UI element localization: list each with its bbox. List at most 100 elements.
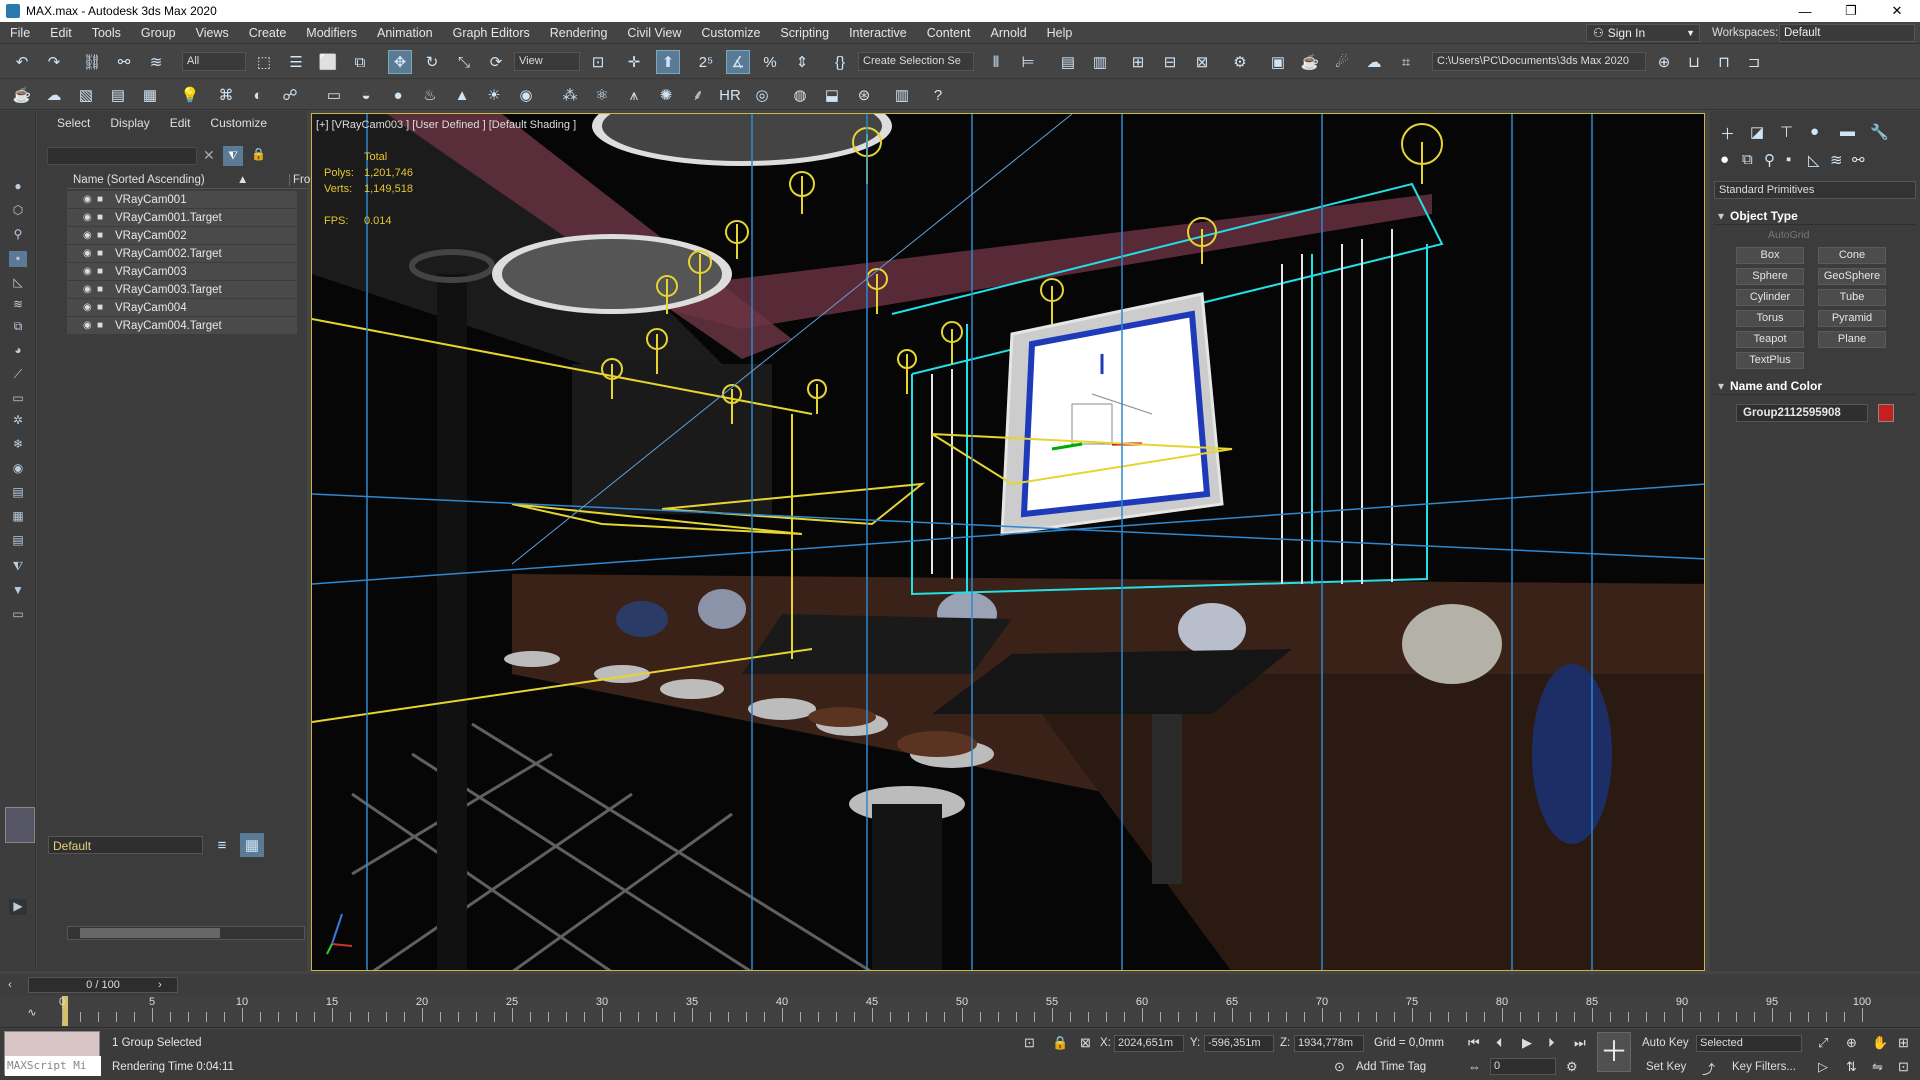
display-hidden-icon[interactable]: ◉: [9, 461, 27, 477]
undo-icon[interactable]: ↶: [10, 50, 34, 74]
plane-fur-icon[interactable]: ⩚: [622, 83, 646, 107]
pan-icon[interactable]: ✋: [1872, 1035, 1888, 1051]
select-manipulate-icon[interactable]: ✛: [622, 50, 646, 74]
selection-filter[interactable]: All: [182, 52, 246, 71]
list-item[interactable]: ◉ ■ VRayCam002: [67, 227, 297, 245]
select-object-icon[interactable]: ⬚: [252, 50, 276, 74]
absolute-mode-icon[interactable]: ⊠: [1080, 1035, 1091, 1051]
light-lister-icon[interactable]: 💡: [178, 83, 202, 107]
key-mode-icon[interactable]: ⇔: [1468, 1059, 1481, 1074]
select-move-icon[interactable]: ✥: [388, 50, 412, 74]
key-selection-select[interactable]: Selected: [1696, 1035, 1802, 1052]
visibility-eye-icon[interactable]: ◉: [83, 194, 97, 205]
primitive-geosphere-button[interactable]: GeoSphere: [1818, 268, 1886, 285]
open-folder-icon[interactable]: ⊕: [1652, 50, 1676, 74]
list-item[interactable]: ◉ ■ VRayCam002.Target: [67, 245, 297, 263]
curve-editor-mini-icon[interactable]: ∿: [20, 1000, 44, 1024]
workspace-select[interactable]: Default: [1779, 24, 1915, 42]
scene-tab-edit[interactable]: Edit: [170, 116, 191, 130]
z-coordinate[interactable]: 1934,778m: [1294, 1035, 1364, 1052]
menu-scripting[interactable]: Scripting: [770, 22, 839, 44]
current-layer-select[interactable]: Default: [48, 836, 203, 854]
file-icon[interactable]: ▥: [890, 83, 914, 107]
align-icon[interactable]: ⊨: [1016, 50, 1040, 74]
toolbar-set-3-icon[interactable]: ⊐: [1742, 50, 1766, 74]
list-item[interactable]: ◉ ■ VRayCam001.Target: [67, 209, 297, 227]
autogrid-checkbox[interactable]: AutoGrid: [1768, 229, 1809, 241]
zoom-extents-icon[interactable]: ⤢: [1818, 1035, 1828, 1051]
material-sphere-icon[interactable]: ◍: [788, 83, 812, 107]
scene-horizontal-scrollbar[interactable]: [67, 926, 305, 940]
selection-lock-icon[interactable]: 🔒: [1052, 1035, 1068, 1051]
select-scale-icon[interactable]: ⤡: [452, 50, 476, 74]
redo-icon[interactable]: ↷: [42, 50, 66, 74]
menu-group[interactable]: Group: [131, 22, 186, 44]
menu-content[interactable]: Content: [917, 22, 981, 44]
sphere-light-icon[interactable]: ◉: [514, 83, 538, 107]
go-to-end-icon[interactable]: ⏭: [1574, 1035, 1586, 1051]
proxy-icon[interactable]: ⁂: [558, 83, 582, 107]
name-color-rollout[interactable]: Name and Color: [1714, 377, 1916, 395]
plane-primitive-icon[interactable]: ▭: [322, 83, 346, 107]
create-tab-icon[interactable]: ＋: [1720, 123, 1735, 144]
display-children-icon[interactable]: ▤: [9, 485, 27, 501]
menu-views[interactable]: Views: [186, 22, 239, 44]
layer-color-swatch[interactable]: [5, 807, 35, 843]
toolbar-set-icon[interactable]: ⊔: [1682, 50, 1706, 74]
add-time-tag[interactable]: Add Time Tag: [1356, 1061, 1426, 1073]
help-icon[interactable]: ?: [926, 83, 950, 107]
sun-icon[interactable]: ☀: [482, 83, 506, 107]
menu-create[interactable]: Create: [239, 22, 297, 44]
visibility-eye-icon[interactable]: ◉: [83, 212, 97, 223]
gear-icon[interactable]: ✺: [654, 83, 678, 107]
document-icon[interactable]: ▤: [106, 83, 130, 107]
hdri-icon[interactable]: HR: [718, 83, 742, 107]
primitive-sphere-button[interactable]: Sphere: [1736, 268, 1804, 285]
shell-icon[interactable]: ◎: [750, 83, 774, 107]
min-max-toggle-icon[interactable]: ⊡: [1898, 1059, 1909, 1075]
shapes-icon[interactable]: ⧉: [1742, 151, 1753, 168]
close-button[interactable]: ✕: [1874, 0, 1920, 22]
display-lights-icon[interactable]: ⚲: [9, 227, 27, 243]
visibility-eye-icon[interactable]: ◉: [83, 266, 97, 277]
display-none-icon[interactable]: ●: [9, 179, 27, 195]
teapot-primitive-icon[interactable]: ♨: [418, 83, 442, 107]
display-particles-icon[interactable]: ✲: [9, 413, 27, 429]
lock-icon[interactable]: 🔒: [251, 147, 266, 161]
viewport-label[interactable]: [+] [VRayCam003 ] [User Defined ] [Defau…: [316, 119, 576, 131]
track-bar[interactable]: ∿ 0 5 10 15 20 25 30 35 40 45 50 55 60 65 70 75 80 85 90 95…: [0, 996, 1920, 1028]
sign-in-button[interactable]: ⚇ Sign In ▼: [1586, 24, 1700, 42]
auto-key-button[interactable]: Auto Key: [1642, 1037, 1689, 1049]
keyboard-shortcut-override-icon[interactable]: ⬆: [656, 50, 680, 74]
walk-icon[interactable]: ⇋: [1872, 1059, 1883, 1075]
column-frozen-header[interactable]: Fro: [289, 174, 310, 186]
maximize-button[interactable]: ❐: [1828, 0, 1874, 22]
teapot-icon[interactable]: ☕: [10, 83, 34, 107]
display-dependents-icon[interactable]: ▤: [9, 533, 27, 549]
time-config-icon[interactable]: ⚙: [1566, 1059, 1578, 1075]
time-next-icon[interactable]: ›: [148, 973, 172, 997]
scene-tab-select[interactable]: Select: [57, 116, 90, 130]
named-selection-set[interactable]: Create Selection Se: [858, 52, 974, 71]
expand-panel-icon[interactable]: ▶: [9, 899, 27, 915]
current-frame-field[interactable]: 0: [1490, 1058, 1556, 1075]
primitive-pyramid-button[interactable]: Pyramid: [1818, 310, 1886, 327]
material-editor-icon[interactable]: ⊠: [1190, 50, 1214, 74]
scrollbar-thumb[interactable]: [80, 928, 220, 938]
link-icon[interactable]: ⛓: [80, 50, 104, 74]
globe-icon[interactable]: ⊛: [852, 83, 876, 107]
select-place-icon[interactable]: ⟳: [484, 50, 508, 74]
motion-tab-icon[interactable]: ●: [1810, 123, 1819, 140]
set-key-button[interactable]: Set Key: [1646, 1061, 1686, 1073]
visibility-eye-icon[interactable]: ◉: [83, 230, 97, 241]
molecule-icon[interactable]: ⚛: [590, 83, 614, 107]
pivot-center-icon[interactable]: ⊡: [586, 50, 610, 74]
menu-animation[interactable]: Animation: [367, 22, 443, 44]
fov-icon[interactable]: ▷: [1818, 1059, 1828, 1075]
scene-search-input[interactable]: [47, 147, 197, 165]
select-by-name-icon[interactable]: ☰: [284, 50, 308, 74]
display-tab-icon[interactable]: ▬: [1840, 123, 1855, 140]
primitive-textplus-button[interactable]: TextPlus: [1736, 352, 1804, 369]
bind-spacewarp-icon[interactable]: ≋: [144, 50, 168, 74]
systems-icon[interactable]: ⚯: [1852, 151, 1865, 169]
